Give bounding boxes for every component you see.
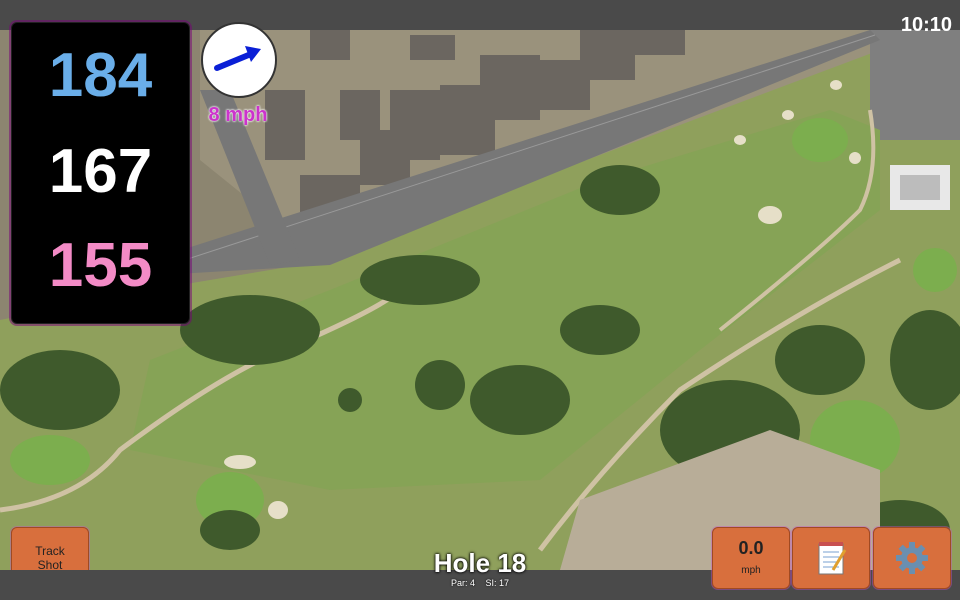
settings-button[interactable] [873, 527, 951, 589]
hole-stroke-index: SI: 17 [485, 578, 510, 588]
wind-speed-unit: mph [741, 565, 761, 576]
center-distance: 167 [48, 137, 153, 206]
hole-info: Par: 4 SI: 17 [380, 578, 580, 588]
parking-lot [870, 30, 960, 140]
notepad-icon [818, 542, 847, 575]
distance-panel: 184 167 155 [11, 22, 190, 324]
clock: 10:10 [900, 14, 952, 36]
front-distance: 155 [48, 231, 153, 300]
hole-par: Par: 4 [450, 578, 475, 588]
green-1 [792, 118, 848, 162]
wind-speed-value: 0.0 [738, 538, 764, 558]
track-shot-label: Track Shot [35, 544, 65, 572]
wind-speed-button[interactable]: 0.0 mph [712, 527, 790, 589]
wind-arrow-icon [214, 46, 261, 71]
notes-button[interactable] [792, 527, 870, 589]
gear-icon [896, 542, 928, 574]
wind-speed-label: 8 mph [208, 104, 268, 126]
wind-indicator[interactable] [201, 22, 277, 98]
back-distance: 184 [48, 41, 153, 110]
track-shot-label-line1: Track [35, 544, 65, 558]
hole-title: Hole 18 [433, 548, 527, 578]
